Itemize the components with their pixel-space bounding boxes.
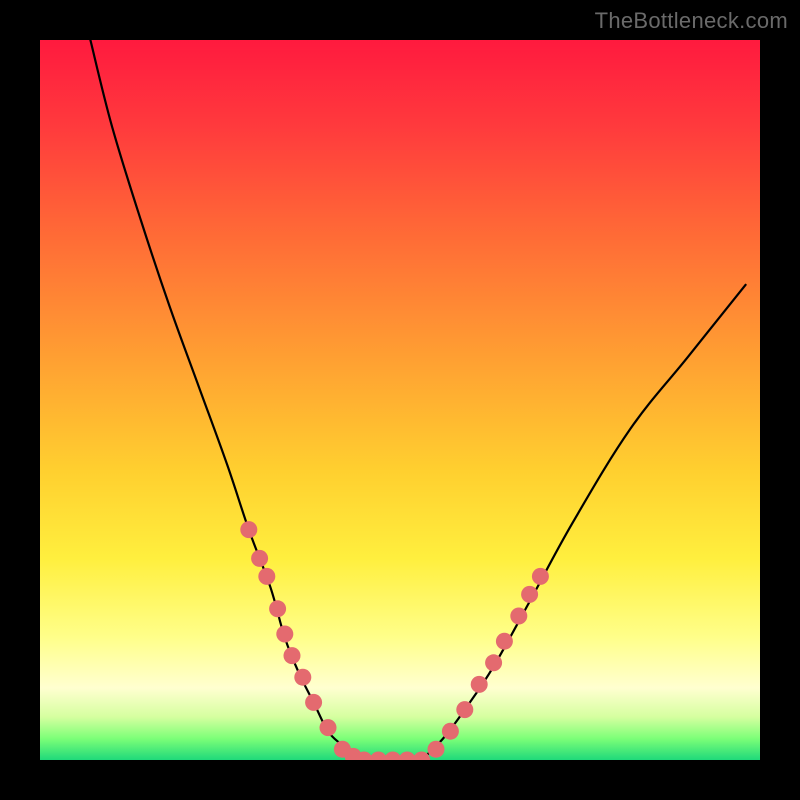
data-marker [532,568,549,585]
data-marker [510,608,527,625]
data-marker [485,654,502,671]
data-marker [284,647,301,664]
data-marker [496,633,513,650]
data-marker [384,752,401,761]
plot-area [40,40,760,760]
data-marker [276,626,293,643]
watermark-text: TheBottleneck.com [595,8,788,34]
data-marker [240,521,257,538]
data-marker [370,752,387,761]
data-marker [456,701,473,718]
data-marker [320,719,337,736]
data-marker [442,723,459,740]
data-marker [269,600,286,617]
data-marker [413,752,430,761]
data-marker [258,568,275,585]
data-marker [471,676,488,693]
chart-svg [40,40,760,760]
data-marker [305,694,322,711]
marker-group [240,521,549,760]
data-marker [251,550,268,567]
data-marker [399,752,416,761]
data-marker [294,669,311,686]
bottleneck-curve [90,40,745,760]
data-marker [521,586,538,603]
curve-group [90,40,745,760]
data-marker [428,741,445,758]
chart-frame: TheBottleneck.com [0,0,800,800]
